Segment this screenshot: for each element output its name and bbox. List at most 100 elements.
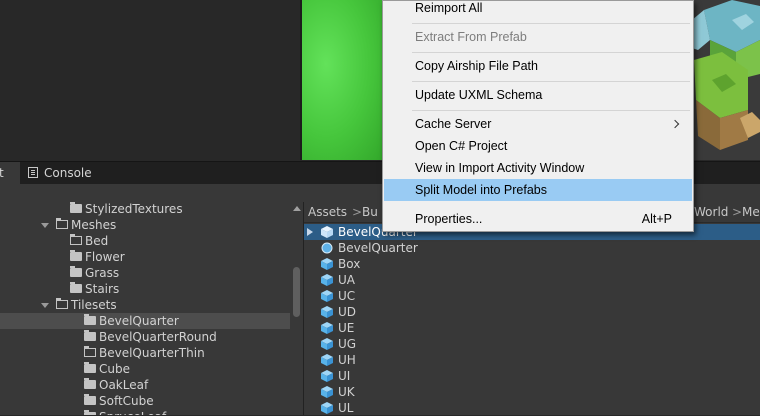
tree-item[interactable]: Flower [0, 249, 290, 265]
menu-item-label: Copy Airship File Path [415, 59, 538, 73]
cube-icon [321, 354, 333, 366]
menu-item-reimport-all[interactable]: Reimport All [384, 0, 692, 19]
tree-item[interactable]: Meshes [0, 217, 290, 233]
tree-item-label: Cube [99, 362, 130, 376]
folder-icon [84, 346, 96, 357]
asset-item[interactable]: UI [304, 368, 760, 384]
asset-item-label: UI [338, 369, 351, 383]
tree-item[interactable]: Stairs [0, 281, 290, 297]
tab-project-label: t [0, 166, 4, 180]
tree-item[interactable]: Bed [0, 233, 290, 249]
tree-item-label: Grass [85, 266, 120, 280]
tree-item-label: BevelQuarter [99, 314, 179, 328]
asset-item-label: UK [338, 385, 355, 399]
tree-item[interactable]: Tilesets [0, 297, 290, 313]
folder-icon [84, 378, 96, 389]
tree-item-label: BevelQuarterThin [99, 346, 205, 360]
menu-item-open-c-project[interactable]: Open C# Project [384, 135, 692, 157]
breadcrumb-item-assets[interactable]: Assets [308, 202, 347, 222]
asset-item-label: BevelQuarter [338, 241, 418, 255]
menu-item-label: Split Model into Prefabs [415, 183, 548, 197]
console-icon [28, 167, 38, 178]
tree-item-label: Flower [85, 250, 125, 264]
asset-item[interactable]: UH [304, 352, 760, 368]
tree-item[interactable]: BevelQuarter [0, 313, 290, 329]
asset-item-label: UD [338, 305, 357, 319]
folder-icon [56, 218, 68, 229]
tab-project[interactable]: t [0, 162, 20, 184]
cube-icon [321, 338, 333, 350]
expand-arrow-icon[interactable] [307, 228, 313, 236]
tree-item-label: StylizedTextures [85, 202, 183, 216]
menu-item-properties[interactable]: Properties... Alt+P [384, 208, 692, 230]
folder-icon [70, 250, 82, 261]
tree-scroll-thumb[interactable] [293, 267, 300, 317]
menu-separator [412, 110, 690, 111]
menu-item-label: Extract From Prefab [415, 30, 527, 44]
tree-item[interactable]: BevelQuarterThin [0, 345, 290, 361]
mesh-sphere-icon [321, 242, 333, 254]
asset-item[interactable]: UA [304, 272, 760, 288]
menu-separator [412, 52, 690, 53]
expand-arrow-icon[interactable] [41, 303, 49, 308]
asset-item-label: UE [338, 321, 355, 335]
cube-icon [321, 290, 333, 302]
tree-item[interactable]: Grass [0, 265, 290, 281]
tree-item[interactable]: OakLeaf [0, 377, 290, 393]
context-menu: Reimport All Extract From Prefab Copy Airs… [382, 0, 694, 232]
cube-icon [321, 402, 333, 414]
menu-item-label: View in Import Activity Window [415, 161, 585, 175]
cube-icon [321, 322, 333, 334]
tree-item[interactable]: StylizedTextures [0, 202, 290, 217]
tree-item[interactable]: SoftCube [0, 393, 290, 409]
asset-item-label: Box [338, 257, 361, 271]
tree-item-label: Stairs [85, 282, 120, 296]
folder-icon [70, 234, 82, 245]
folder-icon [70, 282, 82, 293]
breadcrumb-item-me[interactable]: Me [742, 202, 760, 222]
menu-item-label: Reimport All [415, 1, 483, 15]
asset-item-label: UA [338, 273, 355, 287]
menu-item-view-in-import-activity-window[interactable]: View in Import Activity Window [384, 157, 692, 179]
asset-item-label: UL [338, 401, 354, 415]
tab-console[interactable]: Console [20, 162, 96, 184]
menu-item-cache-server[interactable]: Cache Server [384, 113, 692, 135]
menu-item-label: Update UXML Schema [415, 88, 543, 102]
tree-item-label: OakLeaf [99, 378, 149, 392]
tree-item[interactable]: SpruceLeaf [0, 409, 290, 415]
tree-item-label: Tilesets [71, 298, 117, 312]
asset-item[interactable]: UK [304, 384, 760, 400]
asset-item-label: UG [338, 337, 357, 351]
folder-icon [70, 266, 82, 277]
asset-item-label: UC [338, 289, 356, 303]
folder-tree: StylizedTextures Meshes Bed Flower Grass Stai… [0, 202, 303, 415]
cube-icon [321, 258, 333, 270]
menu-item-extract-from-prefab[interactable]: Extract From Prefab [384, 26, 692, 48]
tree-item[interactable]: Cube [0, 361, 290, 377]
asset-item[interactable]: Box [304, 256, 760, 272]
tree-item-label: Bed [85, 234, 109, 248]
cube-icon [321, 386, 333, 398]
asset-item[interactable]: UG [304, 336, 760, 352]
asset-item[interactable]: UD [304, 304, 760, 320]
tree-item-label: Meshes [71, 218, 117, 232]
voxel-scene-image [692, 0, 760, 160]
cube-icon [321, 306, 333, 318]
menu-item-label: Cache Server [415, 117, 492, 131]
breadcrumb-item-world[interactable]: World [694, 202, 728, 222]
asset-item[interactable]: UL [304, 400, 760, 416]
scroll-up-icon[interactable] [293, 206, 301, 211]
menu-separator [412, 81, 690, 82]
asset-item[interactable]: UC [304, 288, 760, 304]
asset-item[interactable]: UE [304, 320, 760, 336]
breadcrumb-item-bu[interactable]: Bu [362, 202, 378, 222]
expand-arrow-icon[interactable] [41, 223, 49, 228]
menu-item-copy-airship-file-path[interactable]: Copy Airship File Path [384, 55, 692, 77]
menu-item-update-uxml-schema[interactable]: Update UXML Schema [384, 84, 692, 106]
folder-icon [84, 362, 96, 373]
tree-item[interactable]: BevelQuarterRound [0, 329, 290, 345]
asset-item[interactable]: BevelQuarter [304, 240, 760, 256]
menu-item-split-model-into-prefabs[interactable]: Split Model into Prefabs [384, 179, 692, 201]
folder-icon [84, 330, 96, 341]
breadcrumb-separator-icon: > [352, 205, 363, 219]
